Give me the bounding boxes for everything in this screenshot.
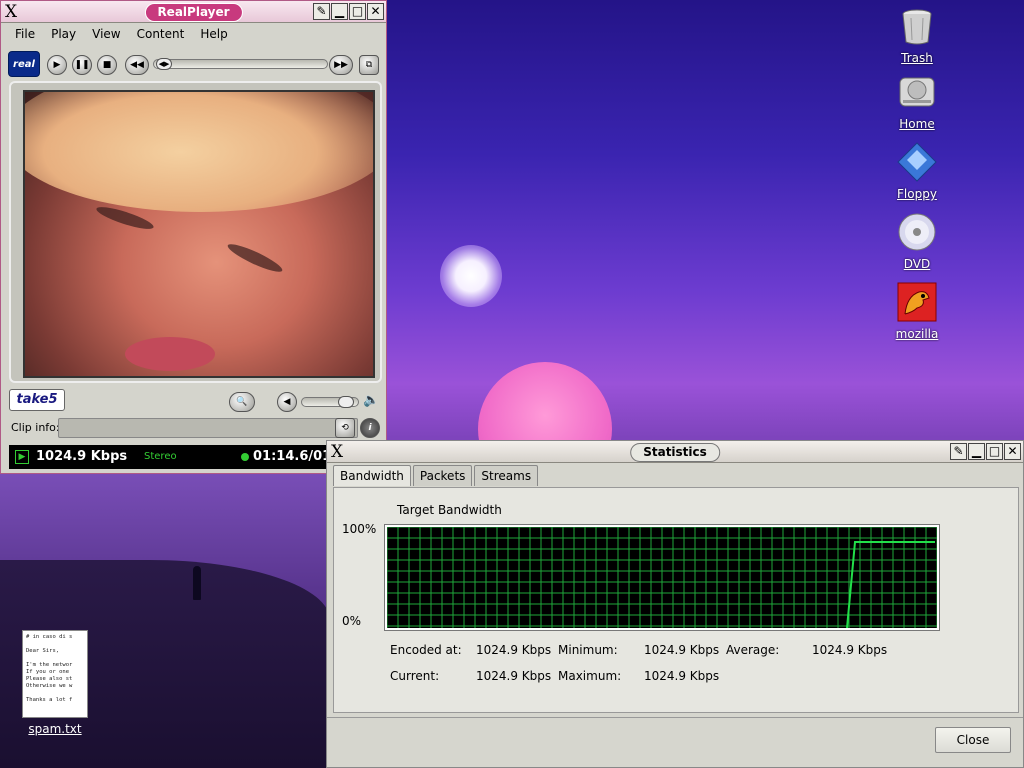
current-value: 1024.9 Kbps (476, 669, 552, 683)
realplayer-window: X RealPlayer ✎ ▁ □ ✕ File Play View Cont… (0, 0, 387, 474)
desktop-icon-label: DVD (903, 257, 931, 271)
search-button[interactable]: 🔍 (229, 392, 255, 412)
spam-txt-label[interactable]: spam.txt (18, 722, 92, 736)
desktop-icon-label: Trash (901, 51, 933, 65)
desktop-icon-trash[interactable]: Trash (882, 6, 952, 65)
stats-tabs: Bandwidth Packets Streams (333, 465, 539, 486)
bandwidth-graph-svg (386, 526, 938, 629)
clip-info-field (58, 418, 358, 438)
rewind-button[interactable]: ◀◀ (125, 55, 149, 75)
fast-forward-button[interactable]: ▶▶ (329, 55, 353, 75)
x-logo-icon[interactable]: X (331, 442, 343, 462)
divider (327, 717, 1023, 718)
play-status-icon: ▶ (15, 450, 29, 464)
desktop-icon-home[interactable]: Home (882, 72, 952, 131)
seek-slider[interactable]: ◀▶ (153, 58, 328, 70)
close-button[interactable]: Close (935, 727, 1011, 753)
spam-txt-icon[interactable]: # in caso di s Dear Sirs, I'm the networ… (22, 630, 88, 718)
volume-knob[interactable] (338, 396, 354, 408)
clip-info-row: Clip info: ⟲ i (1, 417, 386, 439)
y-label-bottom: 0% (342, 614, 362, 628)
dvd-icon (898, 213, 936, 251)
graph-title: Target Bandwidth (397, 503, 502, 517)
bottom-controls: take5 🔍 ◀ 🔈 (5, 387, 382, 415)
pause-button[interactable]: ❚❚ (72, 55, 92, 75)
close-icon[interactable]: ✕ (367, 3, 384, 20)
y-label-top: 100% (342, 522, 377, 536)
desktop-icon-floppy[interactable]: Floppy (882, 142, 952, 201)
play-button[interactable]: ▶ (47, 55, 67, 75)
maximum-label: Maximum: (558, 669, 622, 683)
bandwidth-graph (384, 524, 940, 631)
info-button[interactable]: i (360, 418, 380, 438)
stop-button[interactable]: ■ (97, 55, 117, 75)
menu-view[interactable]: View (84, 24, 128, 46)
video-frame (9, 81, 382, 383)
minimum-label: Minimum: (558, 643, 618, 657)
speaker-icon: 🔈 (363, 393, 380, 408)
video-hair (25, 92, 373, 212)
video-lips (125, 337, 215, 371)
tab-streams[interactable]: Streams (474, 465, 539, 486)
compact-mode-button[interactable]: ⧉ (359, 55, 379, 75)
window-title: RealPlayer (144, 3, 243, 22)
tab-bandwidth[interactable]: Bandwidth (333, 465, 411, 486)
desktop-figure (193, 566, 201, 600)
clip-info-label: Clip info: (11, 421, 60, 434)
encoded-value: 1024.9 Kbps (476, 643, 552, 657)
window-title: Statistics (630, 443, 720, 462)
video-eye-right (225, 239, 285, 277)
trash-icon (902, 9, 932, 45)
statistics-titlebar[interactable]: X Statistics ✎ ▁ □ ✕ (327, 441, 1023, 463)
bitrate-readout: 1024.9 Kbps (36, 449, 128, 464)
average-label: Average: (726, 643, 780, 657)
mozilla-icon (897, 282, 937, 322)
take5-label: take5 (16, 392, 58, 407)
tab-packets[interactable]: Packets (412, 465, 473, 486)
seek-knob[interactable]: ◀▶ (156, 58, 172, 70)
maximum-value: 1024.9 Kbps (644, 669, 720, 683)
x-logo-icon[interactable]: X (5, 2, 17, 22)
minimize-icon[interactable]: ▁ (968, 443, 985, 460)
hard-drive-icon (899, 77, 935, 107)
real-logo[interactable]: real (8, 51, 40, 77)
menu-play[interactable]: Play (43, 24, 84, 46)
pin-icon[interactable]: ✎ (950, 443, 967, 460)
menu-file[interactable]: File (7, 24, 43, 46)
realplayer-titlebar[interactable]: X RealPlayer ✎ ▁ □ ✕ (1, 1, 386, 23)
floppy-icon (897, 142, 937, 182)
desktop-icon-label: Home (899, 117, 935, 131)
video-display[interactable] (23, 90, 375, 378)
take5-logo[interactable]: take5 (9, 389, 65, 411)
maximize-icon[interactable]: □ (986, 443, 1003, 460)
menu-content[interactable]: Content (129, 24, 193, 46)
close-icon[interactable]: ✕ (1004, 443, 1021, 460)
statistics-window: X Statistics ✎ ▁ □ ✕ Bandwidth Packets S… (326, 440, 1024, 768)
average-value: 1024.9 Kbps (812, 643, 888, 657)
desktop-icon-label: Floppy (897, 187, 937, 201)
clip-cycle-button[interactable]: ⟲ (335, 418, 355, 438)
stereo-indicator: Stereo (144, 451, 177, 462)
bandwidth-panel: Target Bandwidth 100% 0% Encoded at: 102… (333, 487, 1019, 713)
desktop-sun (440, 245, 502, 307)
mute-icon[interactable]: ◀ (277, 392, 297, 412)
maximize-icon[interactable]: □ (349, 3, 366, 20)
minimum-value: 1024.9 Kbps (644, 643, 720, 657)
minimize-icon[interactable]: ▁ (331, 3, 348, 20)
volume-slider[interactable] (301, 396, 359, 408)
current-label: Current: (390, 669, 440, 683)
transport-toolbar: real ▶ ❚❚ ■ ◀◀ ◀▶ ▶▶ ⧉ (5, 48, 382, 80)
desktop-icon-mozilla[interactable]: mozilla (882, 282, 952, 341)
pin-icon[interactable]: ✎ (313, 3, 330, 20)
encoded-label: Encoded at: (390, 643, 462, 657)
menubar: File Play View Content Help (1, 24, 386, 46)
desktop-icon-dvd[interactable]: DVD (882, 212, 952, 271)
connection-dot (241, 453, 249, 461)
menu-help[interactable]: Help (192, 24, 235, 46)
desktop-icon-label: mozilla (895, 327, 939, 341)
